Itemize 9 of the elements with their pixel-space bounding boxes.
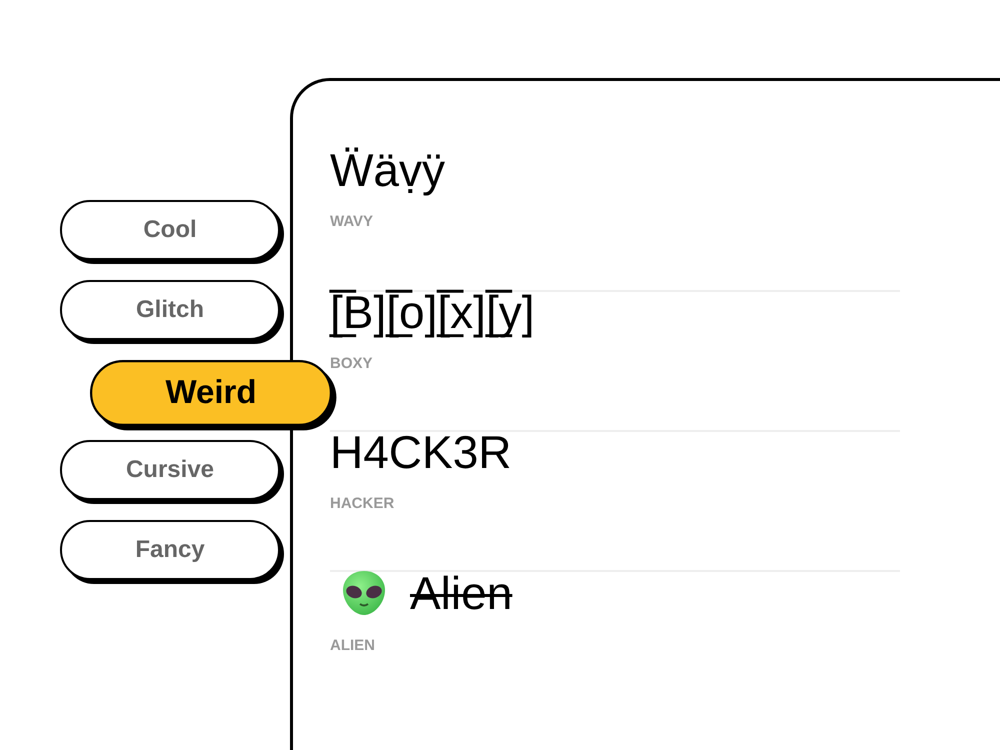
style-name-label: BOXY	[330, 355, 373, 372]
style-name-label: WAVY	[330, 213, 374, 230]
style-sample-text: Alien	[410, 570, 512, 616]
alien-icon	[340, 569, 388, 617]
style-name-label: HACKER	[330, 495, 394, 512]
style-sample-text: [̲̅B][̲̅o][̲̅x][̲̅y]	[330, 289, 535, 335]
style-sample-text: H4CK3R	[330, 429, 512, 475]
style-name-label: ALIEN	[330, 637, 375, 654]
style-sample-text: Ẅäṿÿ	[330, 147, 445, 193]
